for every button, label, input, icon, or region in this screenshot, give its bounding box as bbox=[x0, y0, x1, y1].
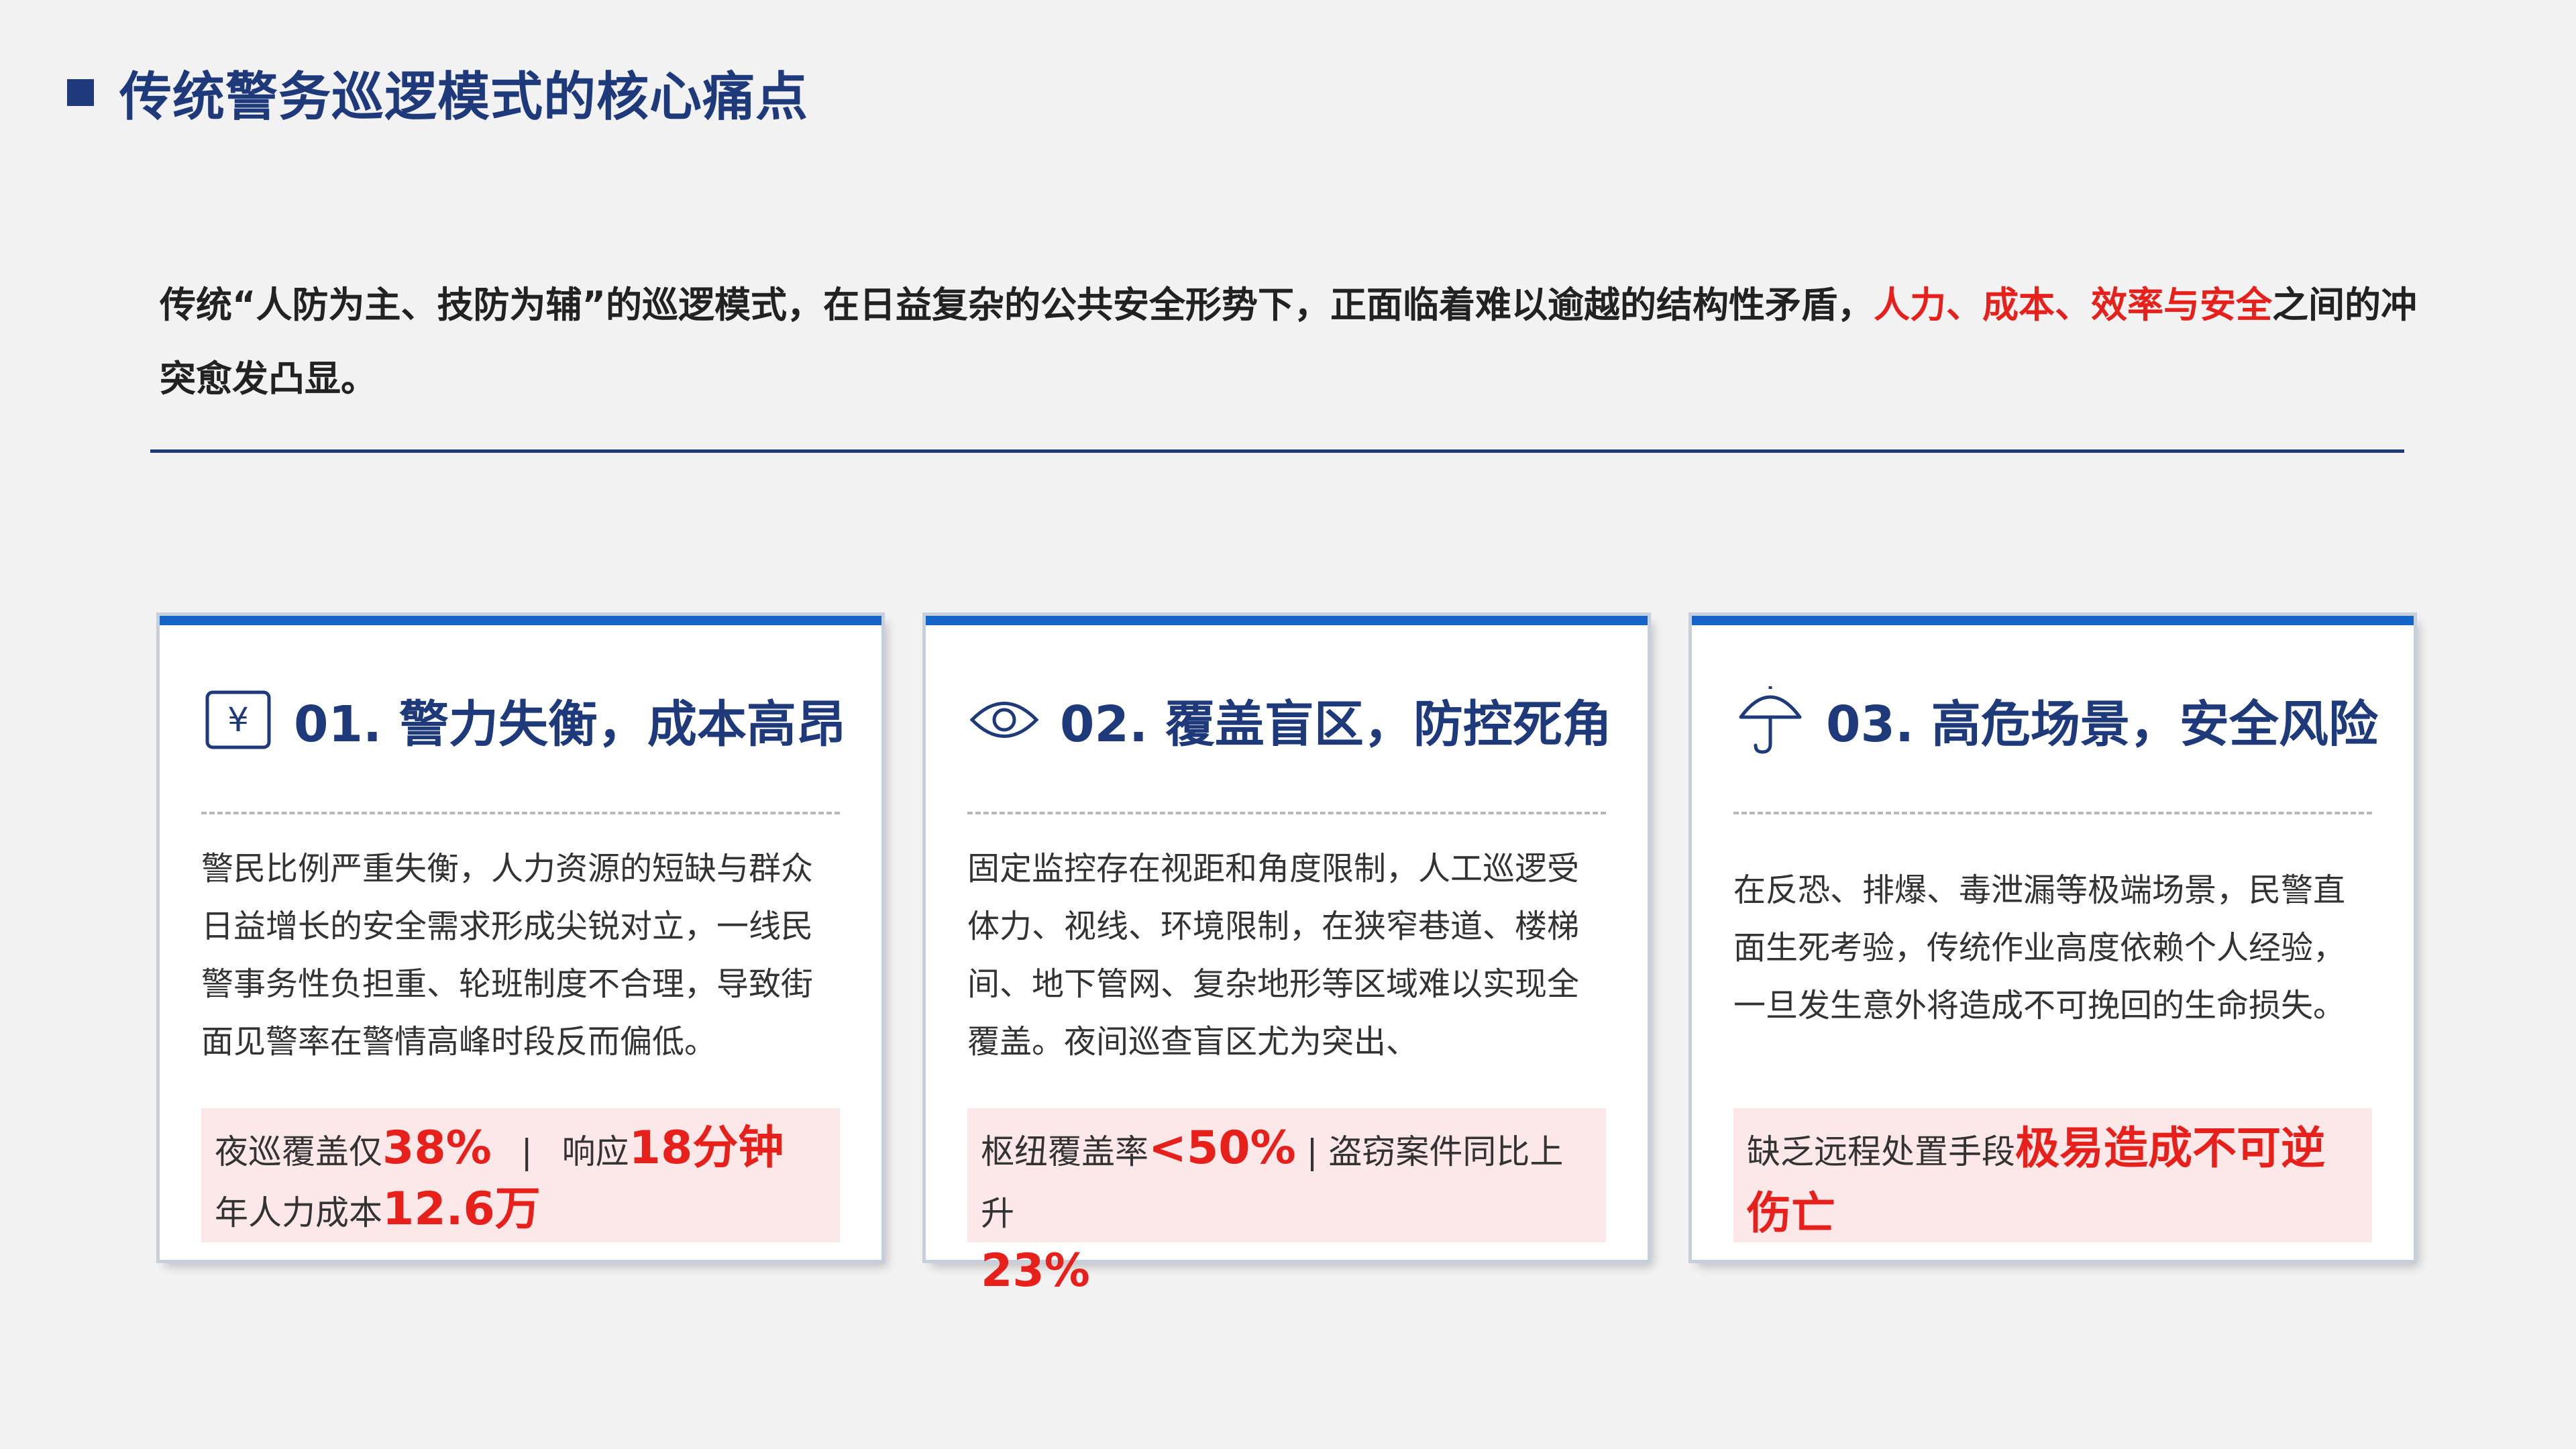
card-manpower: ¥ 01. 警力失衡，成本高昂 警民比例严重失衡，人力资源的短缺与群众日益增长的… bbox=[160, 616, 881, 1260]
card-title: 03. 高危场景，安全风险 bbox=[1826, 695, 2378, 753]
card-header: 03. 高危场景，安全风险 bbox=[1733, 683, 2387, 757]
card-body: 警民比例严重失衡，人力资源的短缺与群众日益增长的安全需求形成尖锐对立，一线民警事… bbox=[201, 850, 814, 1061]
card-header: 02. 覆盖盲区，防控死角 bbox=[967, 683, 1621, 757]
yen-icon: ¥ bbox=[201, 683, 275, 757]
stat-label: 缺乏远程处置手段 bbox=[1747, 1132, 2015, 1171]
stat-value: 23% bbox=[981, 1244, 1090, 1297]
card-risk: 03. 高危场景，安全风险 在反恐、排爆、毒泄漏等极端场景，民警直面生死考验，传… bbox=[1692, 616, 2414, 1260]
stat-value: <50% bbox=[1148, 1122, 1296, 1175]
card-coverage: 02. 覆盖盲区，防控死角 固定监控存在视距和角度限制，人工巡逻受体力、视线、环… bbox=[926, 616, 1648, 1297]
stat-label: 年人力成本 bbox=[215, 1193, 382, 1232]
dashed-divider bbox=[201, 812, 840, 814]
stat-box: 夜巡覆盖仅38% | 响应18分钟 年人力成本12.6万 bbox=[201, 1108, 840, 1242]
card-title: 02. 覆盖盲区，防控死角 bbox=[1060, 695, 1612, 753]
stat-line: 年人力成本12.6万 bbox=[215, 1179, 826, 1244]
card-title: 01. 警力失衡，成本高昂 bbox=[294, 695, 846, 753]
umbrella-icon bbox=[1733, 683, 1807, 757]
stat-box: 缺乏远程处置手段极易造成不可逆伤亡 bbox=[1733, 1108, 2372, 1242]
stat-label: 夜巡覆盖仅 bbox=[215, 1132, 382, 1171]
stat-label: 响应 bbox=[561, 1132, 629, 1171]
card-header: ¥ 01. 警力失衡，成本高昂 bbox=[201, 683, 855, 757]
intro-paragraph: 传统“人防为主、技防为辅”的巡逻模式，在日益复杂的公共安全形势下，正面临着难以逾… bbox=[160, 268, 2427, 416]
page-title: 传统警务巡逻模式的核心痛点 bbox=[119, 67, 809, 127]
stat-value: 12.6万 bbox=[382, 1183, 541, 1236]
stat-line: 23% bbox=[981, 1240, 1593, 1305]
svg-text:¥: ¥ bbox=[227, 700, 249, 739]
stat-line: 夜巡覆盖仅38% | 响应18分钟 bbox=[215, 1118, 826, 1183]
card-body: 固定监控存在视距和角度限制，人工巡逻受体力、视线、环境限制，在狭窄巷道、楼梯间、… bbox=[967, 850, 1580, 1061]
stat-line: 缺乏远程处置手段极易造成不可逆伤亡 bbox=[1747, 1118, 2359, 1248]
stat-box: 枢纽覆盖率<50% | 盗窃案件同比上升 23% bbox=[967, 1108, 1606, 1297]
stat-value: 18分钟 bbox=[629, 1122, 784, 1175]
dashed-divider bbox=[1733, 812, 2372, 814]
stat-separator: | bbox=[521, 1132, 533, 1171]
dashed-divider bbox=[967, 812, 1606, 814]
title-bullet-icon bbox=[67, 79, 94, 106]
intro-text: 传统“人防为主、技防为辅”的巡逻模式，在日益复杂的公共安全形势下，正面临着难以逾… bbox=[160, 284, 1874, 326]
divider-line bbox=[150, 449, 2404, 453]
eye-icon bbox=[967, 683, 1041, 757]
stat-value: 38% bbox=[382, 1122, 492, 1175]
stat-label: 枢纽覆盖率 bbox=[981, 1132, 1148, 1171]
intro-highlight: 人力、成本、效率与安全 bbox=[1873, 284, 2272, 326]
page-header: 传统警务巡逻模式的核心痛点 bbox=[67, 59, 808, 127]
stat-line: 枢纽覆盖率<50% | 盗窃案件同比上升 bbox=[981, 1118, 1593, 1244]
card-body: 在反恐、排爆、毒泄漏等极端场景，民警直面生死考验，传统作业高度依赖个人经验，一旦… bbox=[1733, 871, 2346, 1024]
